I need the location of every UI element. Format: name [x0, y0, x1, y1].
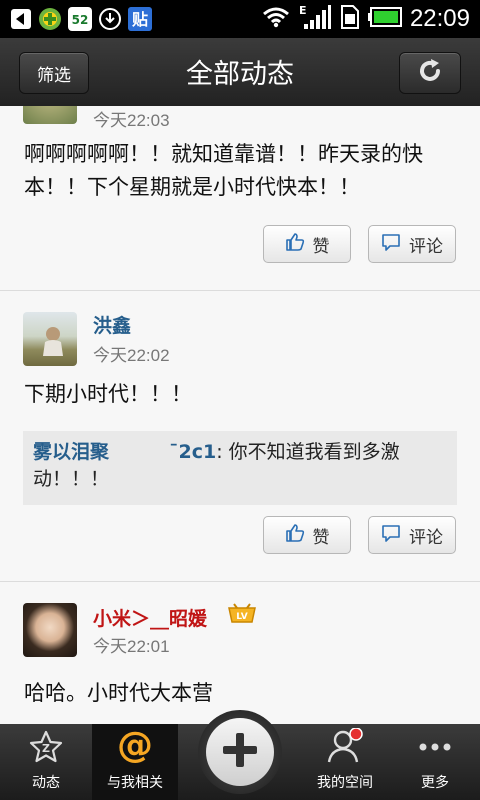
- quoted-comment[interactable]: 雾以泪聚 ˉ2c1: 你不知道我看到多激动！！！: [23, 431, 457, 505]
- refresh-button[interactable]: [399, 52, 461, 94]
- battery-icon: [367, 7, 402, 31]
- at-sign-icon: @: [116, 725, 154, 768]
- feed-post: 小米＞__昭媛 LV 今天22:01 哈哈。小时代大本营: [0, 582, 480, 724]
- post-time: 今天22:03: [93, 111, 170, 130]
- like-label: 赞: [312, 527, 330, 548]
- tieba-app-icon: 贴: [128, 7, 152, 31]
- status-bar: 52 贴 E 22:09: [0, 0, 480, 38]
- post-text: 啊啊啊啊啊！！就知道靠谱！！昨天录的快本！！下个星期就是小时代快本！！: [24, 142, 423, 199]
- plus-icon: [220, 730, 260, 774]
- thumbs-up-icon: [285, 523, 305, 548]
- avatar[interactable]: [23, 603, 77, 657]
- svg-text:贴: 贴: [132, 10, 148, 29]
- tab-label: 与我相关: [107, 775, 163, 791]
- app-header: 筛选 全部动态: [0, 38, 480, 108]
- comment-label: 评论: [409, 236, 443, 257]
- compose-button[interactable]: [198, 710, 282, 794]
- cloud-app-icon: 52: [68, 7, 92, 31]
- post-text: 哈哈。小时代大本营: [24, 681, 213, 705]
- sim-card-icon: [340, 5, 360, 33]
- comment-button[interactable]: 评论: [368, 516, 456, 554]
- svg-text:E: E: [299, 4, 307, 17]
- avatar[interactable]: [23, 312, 77, 366]
- quoted-user-name[interactable]: 雾以泪聚: [33, 441, 109, 463]
- like-button[interactable]: 赞: [263, 225, 351, 263]
- tab-label: 动态: [32, 775, 60, 791]
- post-time: 今天22:02: [93, 346, 170, 365]
- svg-text:52: 52: [72, 13, 89, 27]
- tab-about-me[interactable]: @ 与我相关: [92, 724, 178, 800]
- post-text: 下期小时代！！！: [24, 382, 192, 406]
- tab-more[interactable]: 更多: [390, 724, 480, 800]
- comment-icon: [381, 523, 401, 548]
- svg-text:@: @: [117, 726, 153, 764]
- user-profile-icon: [326, 727, 364, 768]
- feed-post: 今天22:03 啊啊啊啊啊！！就知道靠谱！！昨天录的快本！！下个星期就是小时代快…: [0, 106, 480, 291]
- like-button[interactable]: 赞: [263, 516, 351, 554]
- tab-label: 我的空间: [317, 775, 373, 791]
- user-name[interactable]: 小米＞__昭媛: [93, 604, 207, 631]
- svg-text:Z: Z: [42, 742, 50, 755]
- feed-post: 洪鑫 今天22:02 下期小时代！！！ 雾以泪聚 ˉ2c1: 你不知道我看到多激动…: [0, 291, 480, 582]
- svg-text:LV: LV: [236, 612, 247, 622]
- post-time: 今天22:01: [93, 637, 170, 656]
- like-label: 赞: [312, 236, 330, 257]
- security-app-icon: [38, 7, 62, 31]
- quoted-user-name-suffix[interactable]: ˉ2c1: [169, 441, 216, 463]
- more-dots-icon: [415, 730, 455, 768]
- refresh-icon: [416, 57, 444, 89]
- user-name[interactable]: 洪鑫: [93, 311, 131, 338]
- vip-badge-icon: LV: [226, 602, 258, 632]
- tab-label: 更多: [421, 775, 449, 791]
- feed-list[interactable]: 今天22:03 啊啊啊啊啊！！就知道靠谱！！昨天录的快本！！下个星期就是小时代快…: [0, 106, 480, 724]
- signal-icon: E: [298, 4, 332, 34]
- comment-button[interactable]: 评论: [368, 225, 456, 263]
- clock-time: 22:09: [409, 5, 470, 32]
- download-icon: [98, 7, 122, 31]
- tab-feed[interactable]: Z 动态: [0, 724, 92, 800]
- avatar[interactable]: [23, 106, 77, 124]
- comment-label: 评论: [409, 527, 443, 548]
- back-notification-icon: [10, 7, 32, 31]
- tab-my-space[interactable]: 我的空间: [300, 724, 390, 800]
- star-z-icon: Z: [28, 730, 64, 768]
- comment-icon: [381, 232, 401, 257]
- wifi-icon: [262, 6, 290, 32]
- thumbs-up-icon: [285, 232, 305, 257]
